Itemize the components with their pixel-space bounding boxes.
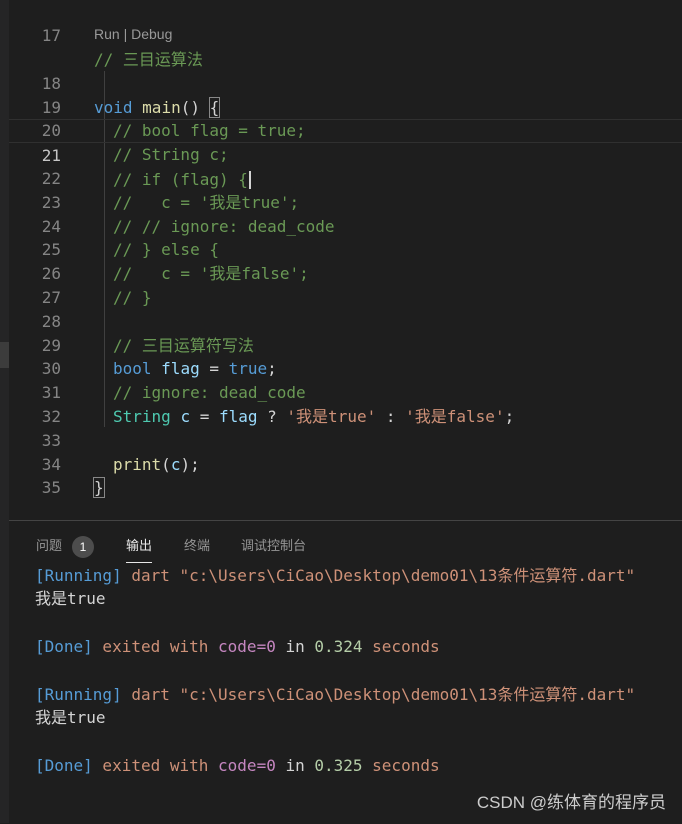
tab-label: 终端 bbox=[184, 538, 211, 553]
watermark: CSDN @练体育的程序员 bbox=[476, 793, 666, 812]
run-codelens-link[interactable]: Run bbox=[94, 26, 120, 42]
result-text: 我是true bbox=[35, 708, 106, 727]
code-line-34[interactable]: 34 } bbox=[9, 429, 682, 499]
code-line-26[interactable]: 26 // } bbox=[9, 238, 682, 307]
bottom-panel: 问题 1 输出 终端 调试控制台 [Running] dart "c:\Users… bbox=[9, 520, 682, 824]
elapsed-time: 0.325 bbox=[314, 756, 363, 775]
tab-problems[interactable]: 问题 1 bbox=[36, 535, 95, 558]
panel-tabs: 问题 1 输出 终端 调试控制台 bbox=[9, 521, 682, 565]
line-number: 35 bbox=[41, 478, 61, 498]
output-done-line: [Done] exited with code=0 in 0.325 secon… bbox=[35, 755, 440, 777]
code-line-17[interactable]: 17 // 三目运算法 bbox=[9, 0, 682, 69]
code-line-24[interactable]: 24 // } else { bbox=[9, 191, 682, 260]
code-line-33[interactable]: 33 print(c); bbox=[9, 405, 682, 474]
code-line-27[interactable]: 27 bbox=[9, 262, 682, 307]
command-text: dart "c:\Users\CiCao\Desktop\demo01\13条件… bbox=[121, 685, 636, 704]
tab-debug-console[interactable]: 调试控制台 bbox=[241, 535, 306, 554]
code-line-20[interactable]: 20 // String c; bbox=[9, 96, 682, 164]
code-line-35[interactable]: 35 bbox=[9, 453, 682, 497]
running-tag: [Running] bbox=[35, 566, 122, 585]
exit-code: code=0 bbox=[218, 756, 276, 775]
tab-label: 调试控制台 bbox=[241, 538, 307, 553]
output-result-line: 我是true bbox=[35, 588, 106, 610]
codelens: Run | Debug bbox=[94, 26, 172, 42]
in-text: in bbox=[275, 756, 315, 775]
exit-code: code=0 bbox=[218, 637, 276, 656]
line-number: 17 bbox=[41, 25, 61, 45]
code-line-25[interactable]: 25 // c = '我是false'; bbox=[9, 215, 682, 283]
result-text: 我是true bbox=[35, 589, 106, 608]
exited-text: exited with bbox=[92, 637, 219, 656]
code-line-18[interactable]: 18 void main() { bbox=[9, 48, 682, 118]
command-text: dart "c:\Users\CiCao\Desktop\demo01\13条件… bbox=[121, 566, 636, 585]
in-text: in bbox=[275, 637, 315, 656]
elapsed-time: 0.324 bbox=[314, 637, 363, 656]
tab-label: 输出 bbox=[126, 538, 153, 553]
exited-text: exited with bbox=[92, 756, 219, 775]
code-line-28[interactable]: 28 // 三目运算符写法 bbox=[9, 286, 682, 355]
code-line-32[interactable]: 32 bbox=[9, 381, 682, 426]
problems-count-badge: 1 bbox=[72, 535, 95, 558]
seconds-text: seconds bbox=[362, 756, 440, 775]
running-tag: [Running] bbox=[35, 685, 122, 704]
output-running-line: [Running] dart "c:\Users\CiCao\Desktop\d… bbox=[35, 565, 635, 587]
output-result-line: 我是true bbox=[35, 707, 106, 729]
code-line-31[interactable]: 31 String c = flag ? '我是true' : '我是false… bbox=[9, 357, 682, 426]
done-tag: [Done] bbox=[35, 756, 93, 775]
output-running-line: [Running] dart "c:\Users\CiCao\Desktop\d… bbox=[35, 684, 635, 706]
code-line-21[interactable]: 21 // if (flag) { bbox=[9, 119, 682, 190]
code-line-19[interactable]: 19 // bool flag = true; bbox=[9, 72, 682, 141]
bracket-match: } bbox=[93, 477, 105, 499]
code-line-30[interactable]: 30 // ignore: dead_code bbox=[9, 334, 682, 402]
code-line-22[interactable]: 22 // c = '我是true'; bbox=[9, 143, 682, 212]
scroll-marker bbox=[0, 342, 9, 368]
done-tag: [Done] bbox=[35, 637, 93, 656]
seconds-text: seconds bbox=[362, 637, 440, 656]
code-line-29[interactable]: 29 bool flag = true; bbox=[9, 310, 682, 379]
output-done-line: [Done] exited with code=0 in 0.324 secon… bbox=[35, 636, 440, 658]
tab-label: 问题 bbox=[36, 538, 63, 553]
code-editor[interactable]: 17 // 三目运算法 Run | Debug 18 void main() {… bbox=[9, 0, 682, 520]
code-line-23[interactable]: 23 // // ignore: dead_code bbox=[9, 167, 682, 236]
debug-codelens-link[interactable]: Debug bbox=[131, 26, 172, 42]
codelens-separator: | bbox=[119, 26, 132, 42]
tab-terminal[interactable]: 终端 bbox=[184, 535, 210, 554]
tab-output[interactable]: 输出 bbox=[126, 535, 153, 563]
activity-strip bbox=[0, 0, 9, 823]
